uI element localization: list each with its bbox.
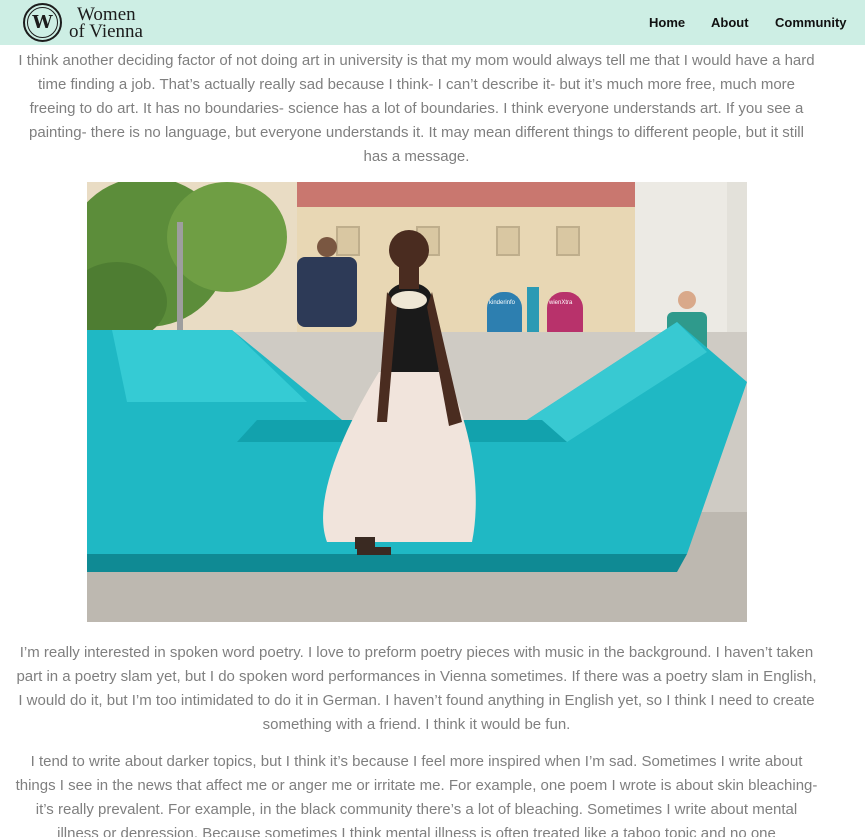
- site-header: W Women of Vienna Home About Community: [0, 0, 865, 45]
- article-paragraph-2: I’m really interested in spoken word poe…: [16, 644, 817, 733]
- nav-community-link[interactable]: Community: [775, 15, 847, 30]
- sign-wienxtra: wienXtra: [548, 300, 573, 306]
- logo-line-1: Women: [77, 3, 136, 25]
- article-paragraph-3: I tend to write about darker topics, but…: [15, 753, 818, 837]
- sign-kinderinfo: kinderinfo: [489, 300, 516, 306]
- nav-home-link[interactable]: Home: [649, 15, 685, 30]
- nav-about-link[interactable]: About: [711, 15, 749, 30]
- site-logo[interactable]: W Women of Vienna: [23, 3, 143, 42]
- logo-wordmark: Women of Vienna: [69, 3, 143, 42]
- logo-line-2: of Vienna: [69, 20, 143, 42]
- article-photo: kinderinfo wienXtra: [87, 182, 747, 622]
- logo-w-icon: W: [23, 3, 62, 42]
- article-paragraph-1: I think another deciding factor of not d…: [18, 52, 815, 165]
